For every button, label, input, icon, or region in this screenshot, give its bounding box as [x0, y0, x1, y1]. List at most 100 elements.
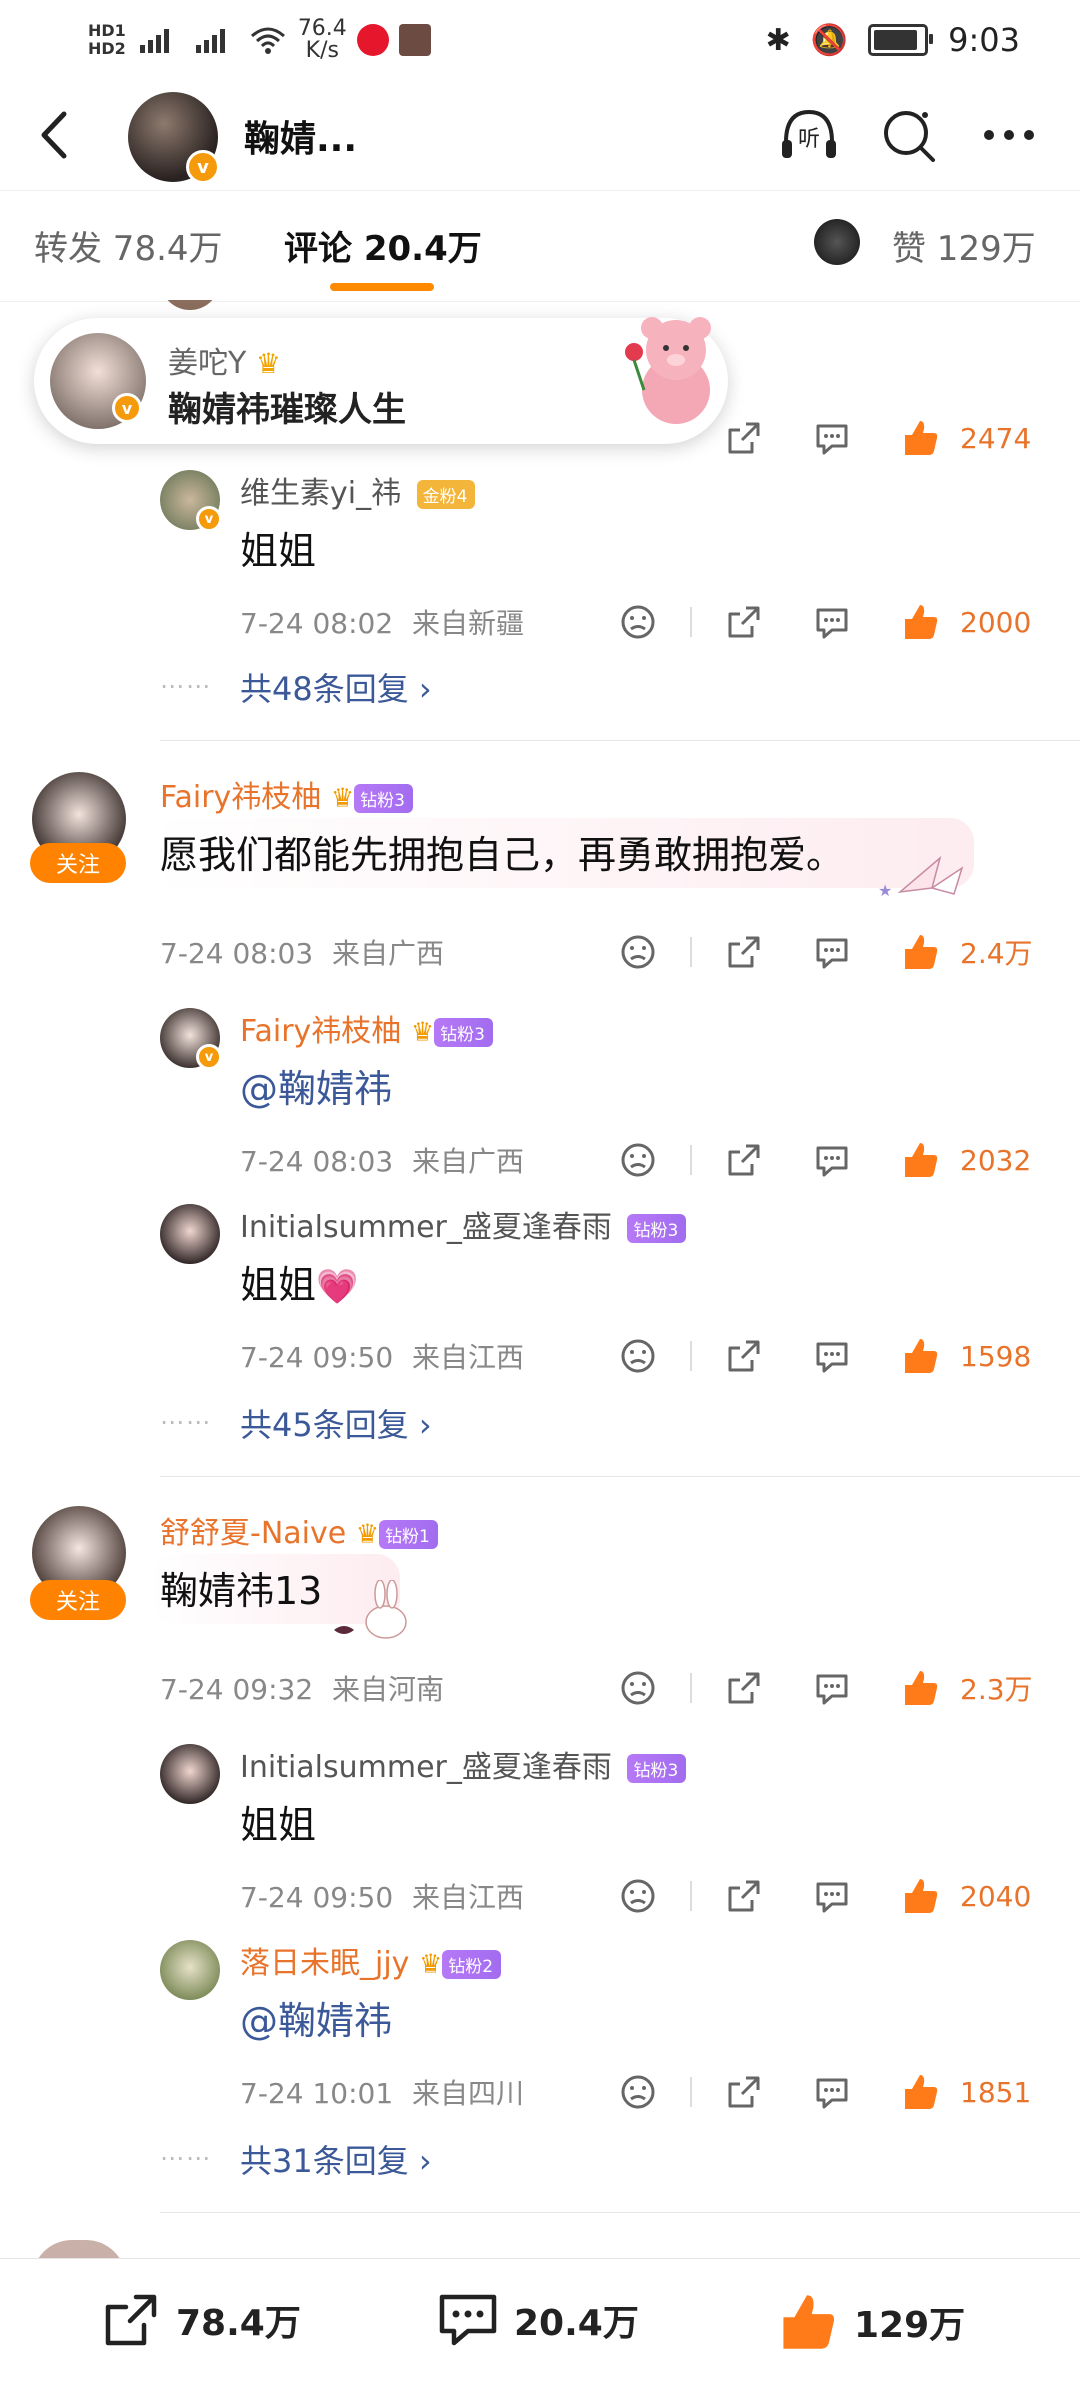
reply-text: 姐姐 — [240, 529, 317, 573]
share-icon[interactable] — [720, 1332, 768, 1380]
svg-text:听: 听 — [798, 127, 820, 152]
comment-icon[interactable] — [808, 414, 856, 462]
like-icon[interactable] — [896, 1136, 944, 1184]
paper-crane-sticker-icon: ★ — [878, 855, 964, 900]
avatar[interactable] — [160, 1204, 220, 1264]
share-icon[interactable] — [720, 598, 768, 646]
divider — [160, 1476, 1080, 1477]
like-icon[interactable] — [896, 1872, 944, 1920]
heart-emoji-icon: 💗 — [316, 1267, 359, 1307]
comment-button[interactable]: 20.4万 — [436, 2289, 639, 2351]
share-icon[interactable] — [720, 2068, 768, 2116]
avatar[interactable] — [160, 1744, 220, 1804]
comment-icon[interactable] — [808, 1332, 856, 1380]
divider — [160, 740, 1080, 741]
listen-icon[interactable]: 听 — [776, 102, 842, 168]
author-avatar[interactable]: v — [128, 92, 220, 184]
repost-count: 78.4万 — [176, 2303, 301, 2344]
crown-icon: ♛ — [255, 347, 281, 380]
share-icon[interactable] — [720, 1872, 768, 1920]
share-icon[interactable] — [720, 1136, 768, 1184]
like-icon[interactable] — [896, 928, 944, 976]
like-count: 1851 — [960, 2075, 1032, 2109]
follow-button[interactable]: 关注 — [30, 1580, 126, 1620]
more-icon[interactable] — [976, 102, 1042, 168]
like-icon[interactable] — [896, 1664, 944, 1712]
tab-comment[interactable]: 评论 20.4万 — [284, 221, 482, 270]
fan-badge: 钻粉3 — [434, 1018, 493, 1047]
like-icon[interactable] — [896, 598, 944, 646]
popup-avatar: v — [50, 333, 146, 429]
photo-app-icon — [398, 24, 431, 56]
divider — [160, 2212, 1080, 2213]
reply-text[interactable]: @鞠婧祎 — [240, 1058, 392, 1113]
reply-username[interactable]: Initialsummer_盛夏逢春雨 — [240, 1210, 612, 1245]
signal-icon-2 — [195, 29, 225, 53]
tab-repost[interactable]: 转发 78.4万 — [34, 221, 223, 270]
comment-icon[interactable] — [808, 2068, 856, 2116]
dislike-icon[interactable] — [614, 1332, 662, 1380]
search-icon[interactable] — [876, 102, 942, 168]
like-icon[interactable] — [896, 1332, 944, 1380]
network-speed: 76.4 — [297, 16, 347, 41]
dots-divider: ⋯⋯ — [160, 672, 212, 700]
comment-time: 7-24 08:03 — [160, 937, 314, 970]
like-button[interactable]: 129万 — [774, 2289, 965, 2355]
dislike-icon[interactable] — [614, 598, 662, 646]
avatar[interactable] — [32, 2240, 126, 2258]
comment-username[interactable]: Fairy祎枝柚 — [160, 780, 321, 815]
verified-badge-icon: v — [196, 506, 222, 532]
avatar[interactable] — [160, 300, 220, 310]
dislike-icon[interactable] — [614, 1664, 662, 1712]
comment-location: 来自河南 — [332, 1673, 445, 1706]
share-icon[interactable] — [720, 1664, 768, 1712]
crown-icon: ♛ — [355, 1519, 380, 1550]
comment-text: 鞠婧祎13 — [160, 1569, 323, 1613]
comment-icon[interactable] — [808, 1872, 856, 1920]
dots-divider: ⋯⋯ — [160, 1408, 212, 1436]
network-speed-unit: K/s — [305, 38, 339, 63]
top-bar: v 鞠婧... 听 — [0, 80, 1080, 190]
reply-username[interactable]: Initialsummer_盛夏逢春雨 — [240, 1750, 612, 1785]
crown-icon: ♛ — [418, 1949, 443, 1980]
reply-location: 来自江西 — [412, 1881, 525, 1914]
tab-like[interactable]: 赞 129万 — [892, 221, 1036, 270]
dots-divider: ⋯⋯ — [160, 2144, 212, 2172]
repost-button[interactable]: 78.4万 — [100, 2289, 301, 2351]
like-count: 2032 — [960, 1143, 1032, 1177]
reply-text[interactable]: @鞠婧祎 — [240, 1990, 392, 2045]
dislike-icon[interactable] — [614, 1136, 662, 1184]
dislike-icon[interactable] — [614, 2068, 662, 2116]
svg-text:★: ★ — [878, 881, 892, 900]
tab-indicator — [330, 283, 434, 291]
comment-list[interactable]: 2474 v 维生素yi_祎 金粉4 姐姐 7-24 08:02 来自新疆 20… — [0, 300, 1080, 2258]
more-replies-link[interactable]: 共48条回复 › — [240, 664, 432, 710]
bluetooth-icon: ✱ — [765, 22, 791, 58]
dislike-icon[interactable] — [614, 928, 662, 976]
reply-username[interactable]: 落日未眠_jjy — [240, 1946, 409, 1981]
comment-icon[interactable] — [808, 928, 856, 976]
crown-icon: ♛ — [410, 1017, 435, 1048]
reply-location: 来自广西 — [412, 1145, 525, 1178]
author-name[interactable]: 鞠婧... — [244, 110, 357, 162]
like-icon[interactable] — [896, 2068, 944, 2116]
avatar[interactable] — [160, 1940, 220, 2000]
comment-bubble-icon — [439, 2294, 497, 2346]
share-icon[interactable] — [720, 928, 768, 976]
reply-username[interactable]: Fairy祎枝柚 — [240, 1014, 401, 1049]
fan-popup[interactable]: v 姜咜Y ♛ 鞠婧祎璀璨人生 — [34, 317, 728, 444]
more-replies-link[interactable]: 共45条回复 › — [240, 1400, 432, 1446]
comment-icon[interactable] — [808, 1664, 856, 1712]
verified-badge-icon: v — [112, 393, 142, 423]
crown-icon: ♛ — [330, 783, 355, 814]
more-replies-link[interactable]: 共31条回复 › — [240, 2136, 432, 2182]
comment-icon[interactable] — [808, 598, 856, 646]
comment-text: 愿我们都能先拥抱自己，再勇敢拥抱爱。 — [160, 833, 845, 877]
comment-icon[interactable] — [808, 1136, 856, 1184]
comment-username[interactable]: 舒舒夏-Naive — [160, 1516, 346, 1551]
follow-button[interactable]: 关注 — [30, 843, 126, 883]
dislike-icon[interactable] — [614, 1872, 662, 1920]
reply-username[interactable]: 维生素yi_祎 — [240, 476, 401, 511]
like-icon[interactable] — [896, 414, 944, 462]
back-icon[interactable] — [32, 102, 78, 168]
